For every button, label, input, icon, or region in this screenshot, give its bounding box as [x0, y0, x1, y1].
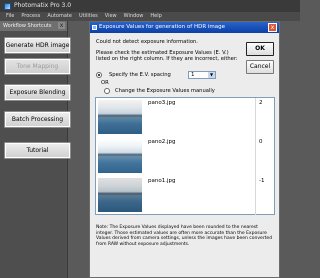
dialog-close-icon[interactable]: x: [268, 23, 277, 32]
app-title-bar: Photomatix Pro 3.0: [0, 0, 300, 12]
exposure-value[interactable]: -1: [259, 178, 264, 184]
ev-spacing-select[interactable]: 1 ▼: [188, 71, 216, 79]
image-thumbnail: [98, 178, 142, 212]
detect-message: Could not detect exposure information.: [96, 39, 198, 45]
exposure-blending-button[interactable]: Exposure Blending: [4, 84, 71, 101]
exposure-value[interactable]: 0: [259, 139, 263, 145]
ev-spacing-value: 1: [191, 72, 195, 78]
menu-bar: File Process Automate Utilities View Win…: [0, 12, 300, 21]
generate-hdr-button[interactable]: Generate HDR image: [4, 37, 71, 54]
workflow-header: Workflow Shortcuts x: [0, 21, 67, 31]
app-title: Photomatix Pro 3.0: [14, 2, 72, 9]
image-filename: pano2.jpg: [148, 139, 176, 145]
workflow-title: Workflow Shortcuts: [3, 23, 52, 29]
exposure-values-dialog: Exposure Values for generation of HDR im…: [89, 21, 280, 278]
image-filename: pano3.jpg: [148, 100, 176, 106]
menu-utilities[interactable]: Utilities: [79, 12, 98, 21]
image-thumbnail: [98, 100, 142, 134]
dialog-title: Exposure Values for generation of HDR im…: [99, 24, 226, 30]
check-message: Please check the estimated Exposure Valu…: [96, 50, 238, 62]
workflow-close-icon[interactable]: x: [58, 22, 65, 29]
tone-mapping-button[interactable]: Tone Mapping: [4, 58, 71, 75]
image-filename: pano1.jpg: [148, 178, 176, 184]
dropdown-arrow-icon[interactable]: ▼: [208, 72, 215, 78]
exposure-value[interactable]: 2: [259, 100, 263, 106]
menu-file[interactable]: File: [6, 12, 14, 21]
or-label: OR: [101, 80, 109, 86]
tutorial-button[interactable]: Tutorial: [4, 142, 71, 159]
image-thumbnail: [98, 139, 142, 173]
menu-view[interactable]: View: [105, 12, 117, 21]
list-item[interactable]: pano2.jpg 0: [96, 137, 274, 176]
cancel-button[interactable]: Cancel: [246, 60, 274, 74]
dialog-title-bar: Exposure Values for generation of HDR im…: [90, 22, 279, 33]
menu-window[interactable]: Window: [124, 12, 144, 21]
app-logo-icon: [4, 2, 11, 10]
list-item[interactable]: pano1.jpg -1: [96, 176, 274, 215]
menu-automate[interactable]: Automate: [47, 12, 72, 21]
dialog-app-icon: [92, 25, 97, 30]
spacing-radio[interactable]: [96, 72, 102, 78]
list-item[interactable]: pano3.jpg 2: [96, 98, 274, 137]
ok-button[interactable]: OK: [246, 42, 274, 56]
batch-processing-button[interactable]: Batch Processing: [4, 111, 71, 128]
manual-label: Change the Exposure Values manually: [115, 88, 215, 94]
exposure-image-list: pano3.jpg 2 pano2.jpg 0 pano1.jpg -1: [95, 97, 275, 215]
menu-process[interactable]: Process: [21, 12, 40, 21]
rounding-note: Note: The Exposure Values displayed have…: [96, 225, 273, 247]
manual-radio[interactable]: [104, 88, 110, 94]
menu-help[interactable]: Help: [150, 12, 161, 21]
spacing-label: Specify the E.V. spacing: [109, 72, 171, 78]
